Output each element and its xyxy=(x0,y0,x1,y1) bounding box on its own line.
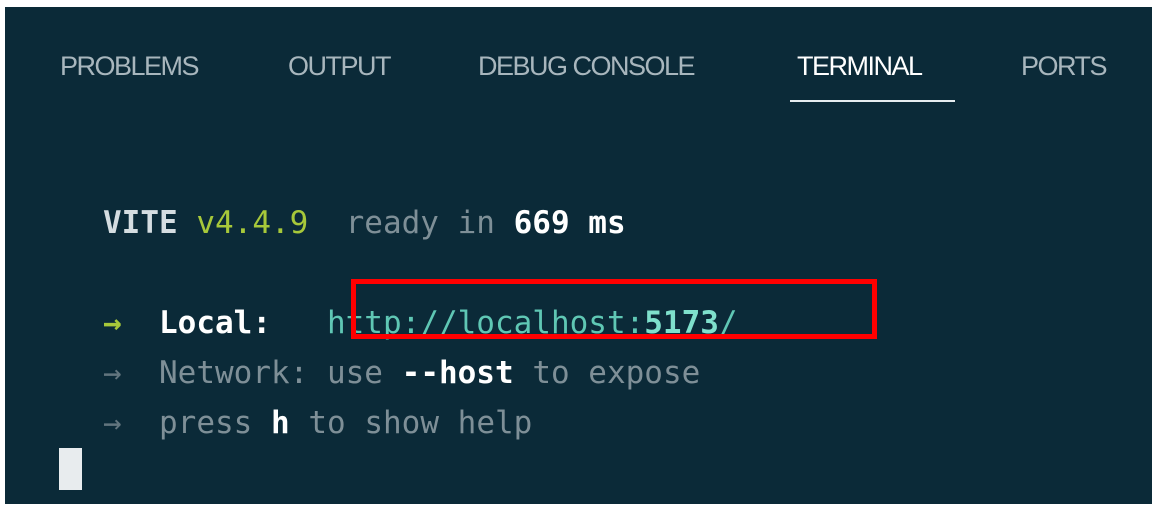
local-url-link[interactable]: http://localhost:5173/ xyxy=(327,305,738,341)
local-url-suffix: / xyxy=(718,305,738,341)
network-line: → Network: use --host to expose xyxy=(103,353,700,393)
local-url-line: → Local: http://localhost:5173/ xyxy=(103,303,738,343)
tab-debug-console[interactable]: DEBUG CONSOLE xyxy=(478,51,696,82)
tab-terminal[interactable]: TERMINAL xyxy=(797,51,923,82)
help-line: → press h to show help xyxy=(103,403,532,443)
ready-ms: 669 xyxy=(513,205,570,241)
panel-tab-bar: PROBLEMS OUTPUT DEBUG CONSOLE TERMINAL P… xyxy=(5,7,1152,117)
local-url-port: 5173 xyxy=(644,305,719,341)
arrow-right-icon: → xyxy=(103,305,122,341)
local-url-prefix: http://localhost: xyxy=(326,305,645,341)
ready-unit: ms xyxy=(588,205,626,241)
network-post: to expose xyxy=(532,355,701,391)
arrow-right-icon: → xyxy=(103,355,122,391)
network-pre: use xyxy=(326,355,383,391)
help-post: to show help xyxy=(308,405,533,441)
tab-output[interactable]: OUTPUT xyxy=(288,51,392,82)
ready-prefix: ready in xyxy=(345,205,495,241)
vite-version: v4.4.9 xyxy=(196,205,309,241)
terminal-panel: PROBLEMS OUTPUT DEBUG CONSOLE TERMINAL P… xyxy=(5,7,1152,504)
active-tab-indicator xyxy=(790,100,955,102)
vite-name: VITE xyxy=(103,205,178,241)
help-key: h xyxy=(271,405,290,441)
vite-ready-line: VITE v4.4.9 ready in 669 ms xyxy=(103,203,626,243)
help-pre: press xyxy=(159,405,253,441)
tab-ports[interactable]: PORTS xyxy=(1021,51,1108,82)
terminal-output[interactable]: VITE v4.4.9 ready in 669 ms → Local: htt… xyxy=(5,117,1152,504)
local-label: Local: xyxy=(159,305,271,341)
terminal-cursor xyxy=(59,448,82,490)
network-flag: --host xyxy=(401,355,514,391)
arrow-right-icon: → xyxy=(103,405,122,441)
tab-problems[interactable]: PROBLEMS xyxy=(60,51,200,82)
network-label: Network: xyxy=(159,355,309,391)
